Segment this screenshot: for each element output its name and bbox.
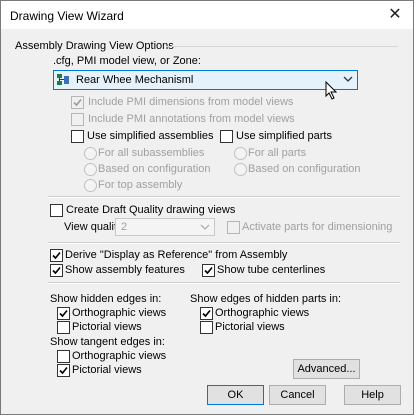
create-draft-quality-label: Create Draft Quality drawing views (66, 204, 236, 216)
window-title: Drawing View Wizard (10, 9, 124, 23)
for-all-parts-radio[interactable] (234, 147, 247, 160)
zone-combobox[interactable]: Rear Whee Mechanisml (53, 70, 358, 90)
derive-display-label: Derive "Display as Reference" from Assem… (65, 249, 288, 261)
group-title: Assembly Drawing View Options (15, 40, 174, 52)
parts-orthographic-checkbox[interactable] (200, 307, 213, 320)
mouse-pointer-icon (325, 81, 338, 100)
based-on-configuration-right-label: Based on configuration (248, 163, 361, 175)
create-draft-quality-checkbox[interactable] (50, 204, 63, 217)
tangent-heading: Show tangent edges in: (50, 336, 165, 348)
drawing-view-wizard-dialog: Drawing View Wizard ✕ Assembly Drawing V… (0, 0, 414, 415)
hidden-parts-heading: Show edges of hidden parts in: (190, 293, 342, 305)
parts-pictorial-checkbox[interactable] (200, 321, 213, 334)
use-simplified-assemblies-checkbox[interactable] (71, 130, 84, 143)
for-top-assembly-radio[interactable] (84, 179, 97, 192)
hidden-pictorial-checkbox[interactable] (57, 321, 70, 334)
tangent-orthographic-checkbox[interactable] (57, 350, 70, 363)
separator-highlight (48, 283, 400, 284)
show-tube-centerlines-label: Show tube centerlines (217, 264, 326, 276)
derive-display-checkbox[interactable] (50, 249, 63, 262)
include-pmi-dimensions-label: Include PMI dimensions from model views (88, 96, 294, 108)
separator-highlight (48, 243, 400, 244)
cancel-button[interactable]: Cancel (269, 385, 326, 405)
for-all-subassemblies-radio[interactable] (84, 147, 97, 160)
show-assembly-features-checkbox[interactable] (50, 264, 63, 277)
help-button[interactable]: Help (344, 385, 401, 405)
parts-pictorial-label: Pictorial views (215, 321, 285, 333)
show-tube-centerlines-checkbox[interactable] (202, 264, 215, 277)
hidden-edges-heading: Show hidden edges in: (50, 293, 162, 305)
title-bar: Drawing View Wizard ✕ (1, 1, 413, 29)
hidden-pictorial-label: Pictorial views (72, 321, 142, 333)
based-on-configuration-left-radio[interactable] (84, 163, 97, 176)
based-on-configuration-right-radio[interactable] (234, 163, 247, 176)
use-simplified-assemblies-label: Use simplified assemblies (87, 130, 214, 142)
include-pmi-dimensions-checkbox[interactable] (71, 96, 84, 109)
separator-highlight (48, 197, 400, 198)
hidden-orthographic-checkbox[interactable] (57, 307, 70, 320)
show-assembly-features-label: Show assembly features (65, 264, 185, 276)
activate-parts-checkbox[interactable] (227, 221, 240, 234)
tangent-orthographic-label: Orthographic views (72, 350, 167, 362)
view-quality-value: 2 (121, 221, 128, 233)
zone-combobox-value: Rear Whee Mechanisml (76, 74, 194, 86)
group-divider (166, 46, 398, 47)
view-quality-combobox[interactable]: 2 (115, 218, 215, 236)
tangent-pictorial-checkbox[interactable] (57, 364, 70, 377)
activate-parts-label: Activate parts for dimensioning (242, 221, 393, 233)
include-pmi-annotations-label: Include PMI annotations from model views (88, 113, 295, 125)
close-icon[interactable]: ✕ (383, 3, 407, 25)
use-simplified-parts-checkbox[interactable] (220, 130, 233, 143)
chevron-down-icon (200, 224, 210, 230)
tangent-pictorial-label: Pictorial views (72, 364, 142, 376)
zone-label: .cfg, PMI model view, or Zone: (53, 55, 201, 67)
for-all-parts-label: For all parts (248, 147, 307, 159)
chevron-down-icon (343, 76, 353, 82)
use-simplified-parts-label: Use simplified parts (236, 130, 332, 142)
advanced-button[interactable]: Advanced... (293, 359, 360, 379)
ok-button[interactable]: OK (207, 385, 264, 405)
based-on-configuration-left-label: Based on configuration (98, 163, 211, 175)
configuration-icon (57, 74, 69, 85)
for-top-assembly-label: For top assembly (98, 179, 183, 191)
for-all-subassemblies-label: For all subassemblies (98, 147, 205, 159)
hidden-orthographic-label: Orthographic views (72, 307, 167, 319)
include-pmi-annotations-checkbox[interactable] (71, 113, 84, 126)
parts-orthographic-label: Orthographic views (215, 307, 310, 319)
